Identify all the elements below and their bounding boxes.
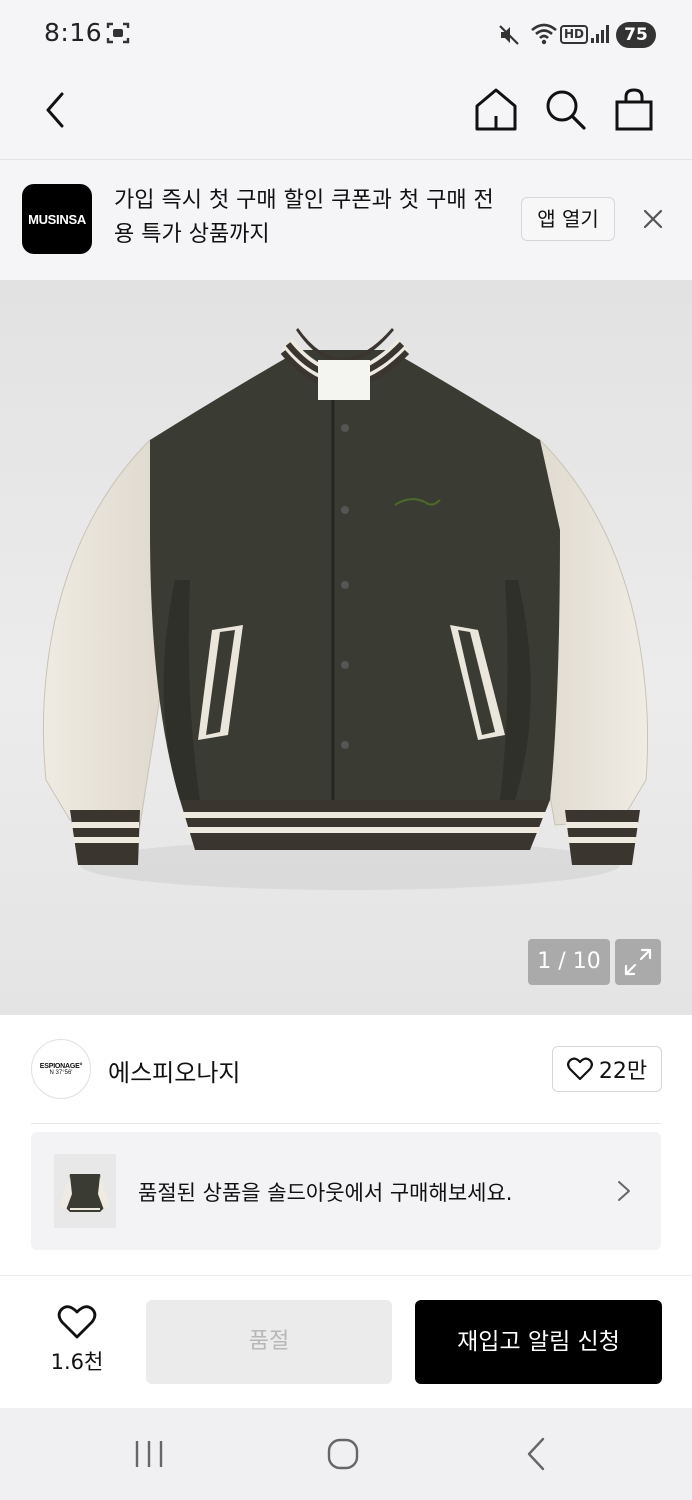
mute-icon [499, 25, 519, 45]
brand-row: ESPIONAGE° N 37°56' 에스피오나지 22만 [0, 1015, 692, 1125]
brand-logo-text: ESPIONAGE° [39, 1062, 83, 1070]
recent-apps-icon[interactable] [132, 1438, 166, 1470]
back-icon[interactable] [36, 88, 76, 132]
status-bar: 8:16 HD 75 [0, 0, 692, 60]
image-page-indicator: 1 / 10 [528, 939, 610, 985]
wishlist-count: 1.6천 [50, 1350, 104, 1374]
brand-logo[interactable]: ESPIONAGE° N 37°56' [31, 1039, 91, 1099]
app-install-banner: MUSINSA 가입 즉시 첫 구매 할인 쿠폰과 첫 구매 전용 특가 상품까… [0, 160, 692, 280]
divider [31, 1123, 661, 1124]
musinsa-logo: MUSINSA [22, 184, 92, 254]
varsity-jacket-image [42, 328, 649, 890]
product-thumbnail [54, 1154, 116, 1228]
signal-icon [591, 25, 609, 43]
home-icon[interactable] [472, 86, 520, 132]
close-icon[interactable] [640, 206, 666, 232]
clock: 8:16 [44, 18, 103, 47]
product-image-gallery[interactable]: 1 / 10 [0, 280, 692, 1015]
home-button-icon[interactable] [326, 1437, 360, 1471]
heart-icon [57, 1305, 97, 1339]
brand-logo-subtext: N 37°56' [49, 1069, 73, 1076]
banner-message: 가입 즉시 첫 구매 할인 쿠폰과 첫 구매 전용 특가 상품까지 [114, 188, 494, 247]
search-icon[interactable] [542, 86, 588, 132]
expand-icon [624, 948, 652, 976]
system-navigation-bar [0, 1408, 692, 1500]
soldout-notice-card[interactable]: 품절된 상품을 솔드아웃에서 구매해보세요. [31, 1132, 661, 1250]
soldout-button[interactable]: 품절 [146, 1300, 392, 1384]
shopping-bag-icon[interactable] [612, 86, 656, 132]
fullscreen-button[interactable] [615, 939, 661, 985]
hd-voice-badge: HD [560, 25, 589, 44]
brand-like-button[interactable]: 22만 [552, 1046, 662, 1092]
open-app-button[interactable]: 앱 열기 [521, 197, 615, 241]
brand-name[interactable]: 에스피오나지 [108, 1053, 240, 1088]
brand-like-count: 22만 [598, 1059, 648, 1084]
top-navigation [0, 60, 692, 160]
purchase-action-bar: 1.6천 품절 재입고 알림 신청 [0, 1276, 692, 1408]
wishlist-button[interactable]: 1.6천 [40, 1304, 114, 1376]
screen-capture-icon [106, 22, 130, 44]
wifi-icon [531, 23, 557, 45]
restock-alert-button[interactable]: 재입고 알림 신청 [415, 1300, 662, 1384]
chevron-right-icon [618, 1181, 630, 1201]
battery-indicator: 75 [616, 22, 656, 48]
system-back-icon[interactable] [524, 1436, 548, 1472]
heart-outline-icon [566, 1057, 593, 1081]
soldout-message: 품절된 상품을 솔드아웃에서 구매해보세요. [138, 1181, 513, 1205]
